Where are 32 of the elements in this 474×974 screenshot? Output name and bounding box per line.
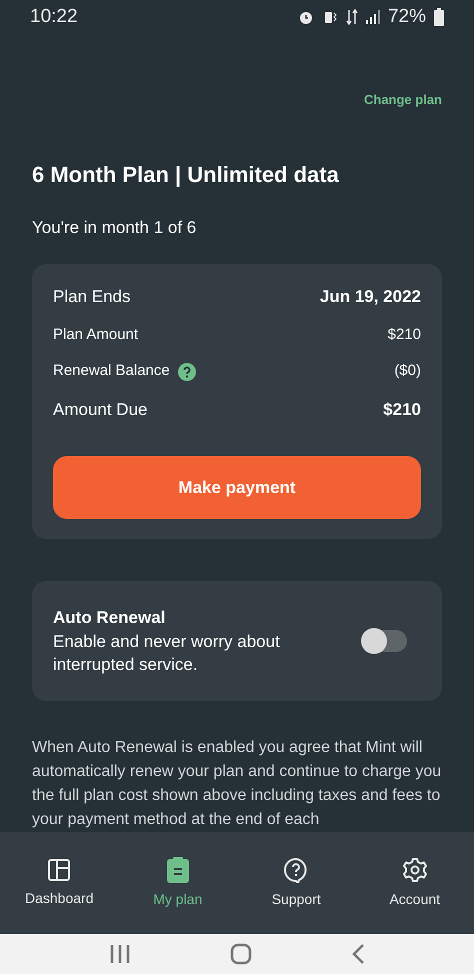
plan-subtitle: You're in month 1 of 6	[32, 216, 198, 239]
help-bubble-icon	[283, 856, 310, 882]
row-value: Jun 19, 2022	[320, 286, 421, 308]
clipboard-icon	[166, 856, 189, 882]
battery-icon	[434, 8, 444, 26]
row-label: Renewal Balance	[53, 361, 170, 382]
row-value: $210	[383, 398, 421, 421]
row-label: Amount Due	[53, 398, 148, 421]
nav-tab[interactable]: Dashboard	[0, 832, 118, 934]
status-time: 10:22	[30, 4, 78, 29]
battery-percent: 72%	[388, 4, 426, 29]
nav-tab[interactable]: Account	[356, 832, 474, 934]
settings-icon	[402, 856, 428, 882]
change-plan-link[interactable]: Change plan	[364, 90, 442, 110]
row-value: ($0)	[394, 361, 421, 382]
row-label: Plan Ends	[53, 286, 130, 308]
layout-icon	[47, 858, 72, 882]
signal-icon	[366, 10, 380, 24]
disclaimer-text: When Auto Renewal is enabled you agree that Mint will automatically renew your plan and continue to charge you the full plan cost shown above including taxes and fees to your payment method at the end of each	[32, 738, 442, 830]
back-icon[interactable]	[350, 943, 365, 965]
nav-tab[interactable]: Support	[237, 832, 356, 934]
data-icon	[346, 9, 358, 25]
row-label: Plan Amount	[53, 324, 138, 345]
auto-renewal-title: Auto Renewal	[53, 607, 166, 630]
plan-title: 6 Month Plan | Unlimited data	[32, 162, 340, 188]
home-icon[interactable]	[230, 943, 252, 965]
recent-apps-icon[interactable]	[109, 944, 132, 964]
help-icon[interactable]	[178, 362, 196, 381]
row-value: $210	[388, 324, 421, 345]
auto-renewal-description: Enable and never worry about interrupted service.	[53, 630, 281, 676]
auto-renewal-toggle[interactable]	[363, 630, 407, 652]
nav-tab[interactable]: My plan	[118, 832, 237, 934]
